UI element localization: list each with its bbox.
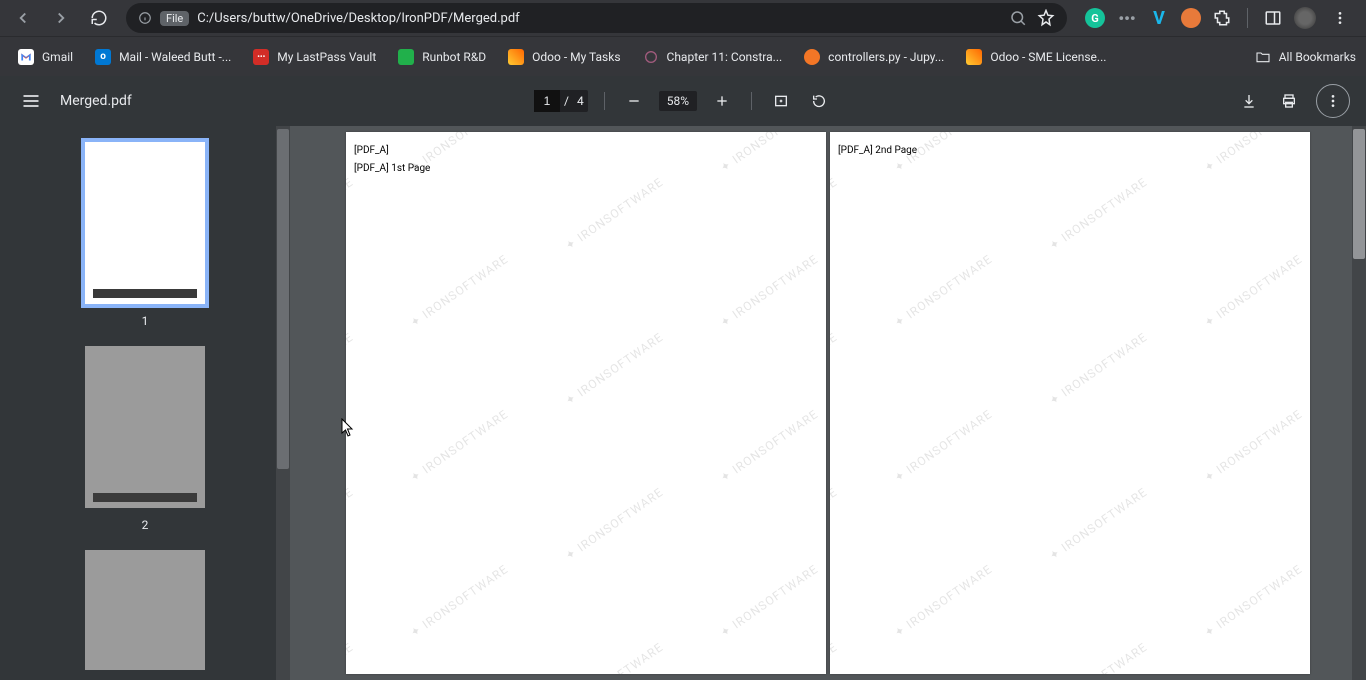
pdf-right-controls [1236, 84, 1350, 118]
forward-button[interactable] [44, 3, 78, 33]
reload-button[interactable] [82, 3, 116, 33]
odoo-icon [508, 49, 524, 65]
back-button[interactable] [6, 3, 40, 33]
all-bookmarks-button[interactable]: All Bookmarks [1255, 49, 1356, 65]
browser-navbar: File C:/Users/buttw/OneDrive/Desktop/Iro… [0, 0, 1366, 36]
zoom-icon[interactable] [1009, 9, 1027, 27]
thumbnail-3[interactable] [0, 550, 290, 670]
page-line: [PDF_A] 2nd Page [838, 142, 1302, 160]
zoom-out-button[interactable] [621, 88, 647, 114]
bookmark-label: controllers.py - Jupy... [828, 50, 944, 64]
print-button[interactable] [1276, 88, 1302, 114]
browser-menu-icon[interactable] [1328, 10, 1352, 26]
divider [751, 92, 752, 110]
bookmark-label: My LastPass Vault [277, 50, 376, 64]
profile-avatar[interactable] [1294, 7, 1316, 29]
bookmark-label: Runbot R&D [422, 50, 486, 64]
bookmark-label: Mail - Waleed Butt -... [119, 50, 231, 64]
ext-icon[interactable]: ••• [1117, 8, 1137, 28]
file-badge: File [160, 11, 189, 26]
bookmark-chapter11[interactable]: Chapter 11: Constra... [635, 45, 791, 69]
page-input[interactable] [534, 90, 560, 112]
zoom-value[interactable]: 58% [659, 91, 697, 111]
thumbnail-1[interactable]: 1 [0, 142, 290, 328]
extensions-area: G ••• V [1077, 7, 1360, 29]
page-text: [PDF_A] 2nd Page [830, 132, 1310, 170]
pdf-center-controls: / 4 58% [534, 88, 832, 114]
bookmark-label: Odoo - My Tasks [532, 50, 620, 64]
jupyter-icon [804, 49, 820, 65]
thumbnail-2[interactable]: 2 [0, 346, 290, 532]
page-text: [PDF_A] [PDF_A] 1st Page [346, 132, 826, 188]
bookmark-odoo-tasks[interactable]: Odoo - My Tasks [500, 45, 628, 69]
pdf-filename: Merged.pdf [60, 93, 132, 109]
outlook-icon: o [95, 49, 111, 65]
bookmark-runbot[interactable]: Runbot R&D [390, 45, 494, 69]
page-separator: / [560, 94, 573, 108]
scrollbar-handle[interactable] [277, 129, 289, 469]
page-line: [PDF_A] 1st Page [354, 160, 818, 178]
page-indicator: / 4 [534, 90, 588, 112]
rotate-button[interactable] [806, 88, 832, 114]
ext-icon[interactable] [1181, 8, 1201, 28]
bookmark-jupyter[interactable]: controllers.py - Jupy... [796, 45, 952, 69]
lastpass-icon: ••• [253, 49, 269, 65]
vimeo-ext-icon[interactable]: V [1149, 8, 1169, 28]
pdf-page-1[interactable]: ✦ IRONSOFTWARE✦ IRONSOFTWARE✦ IRONSOFTWA… [346, 132, 826, 674]
fit-page-button[interactable] [768, 88, 794, 114]
bookmark-odoo-sme[interactable]: Odoo - SME License... [958, 45, 1114, 69]
bookmark-label: Chapter 11: Constra... [667, 50, 783, 64]
runbot-icon [398, 49, 414, 65]
pdf-menu-button[interactable] [16, 91, 46, 111]
gmail-icon [18, 49, 34, 65]
divider [604, 92, 605, 110]
more-actions-button[interactable] [1316, 84, 1350, 118]
info-icon [138, 11, 152, 25]
folder-icon [1255, 49, 1271, 65]
bookmarks-bar: Gmail o Mail - Waleed Butt -... ••• My L… [0, 36, 1366, 76]
thumbnails-panel[interactable]: 1 2 [0, 126, 290, 680]
address-bar[interactable]: File C:/Users/buttw/OneDrive/Desktop/Iro… [126, 3, 1067, 33]
thumbnail-number: 1 [142, 314, 149, 328]
odoo-icon [966, 49, 982, 65]
thumbnails-scrollbar[interactable] [276, 126, 290, 680]
bookmark-label: Odoo - SME License... [990, 50, 1106, 64]
main-scrollbar[interactable] [1352, 126, 1366, 680]
grammarly-ext-icon[interactable]: G [1085, 8, 1105, 28]
bookmark-lastpass[interactable]: ••• My LastPass Vault [245, 45, 384, 69]
ring-icon [643, 49, 659, 65]
all-bookmarks-label: All Bookmarks [1279, 50, 1356, 64]
scrollbar-handle[interactable] [1353, 129, 1365, 259]
page-line: [PDF_A] [354, 142, 818, 160]
star-icon[interactable] [1037, 9, 1055, 27]
side-panel-icon[interactable] [1264, 9, 1282, 27]
extensions-icon[interactable] [1213, 9, 1231, 27]
pdf-toolbar: Merged.pdf / 4 58% [0, 76, 1366, 126]
page-total: 4 [573, 94, 588, 108]
thumbnail-number: 2 [142, 518, 149, 532]
download-button[interactable] [1236, 88, 1262, 114]
bookmark-label: Gmail [42, 50, 73, 64]
bookmark-outlook[interactable]: o Mail - Waleed Butt -... [87, 45, 239, 69]
page-area[interactable]: ✦ IRONSOFTWARE✦ IRONSOFTWARE✦ IRONSOFTWA… [290, 126, 1366, 680]
bookmark-gmail[interactable]: Gmail [10, 45, 81, 69]
url-text: C:/Users/buttw/OneDrive/Desktop/IronPDF/… [197, 11, 519, 26]
zoom-in-button[interactable] [709, 88, 735, 114]
pdf-page-2[interactable]: ✦ IRONSOFTWARE✦ IRONSOFTWARE✦ IRONSOFTWA… [830, 132, 1310, 674]
pdf-body: 1 2 ✦ IRONSOFTWARE✦ IRONSOFTWARE✦ IRONSO… [0, 126, 1366, 680]
